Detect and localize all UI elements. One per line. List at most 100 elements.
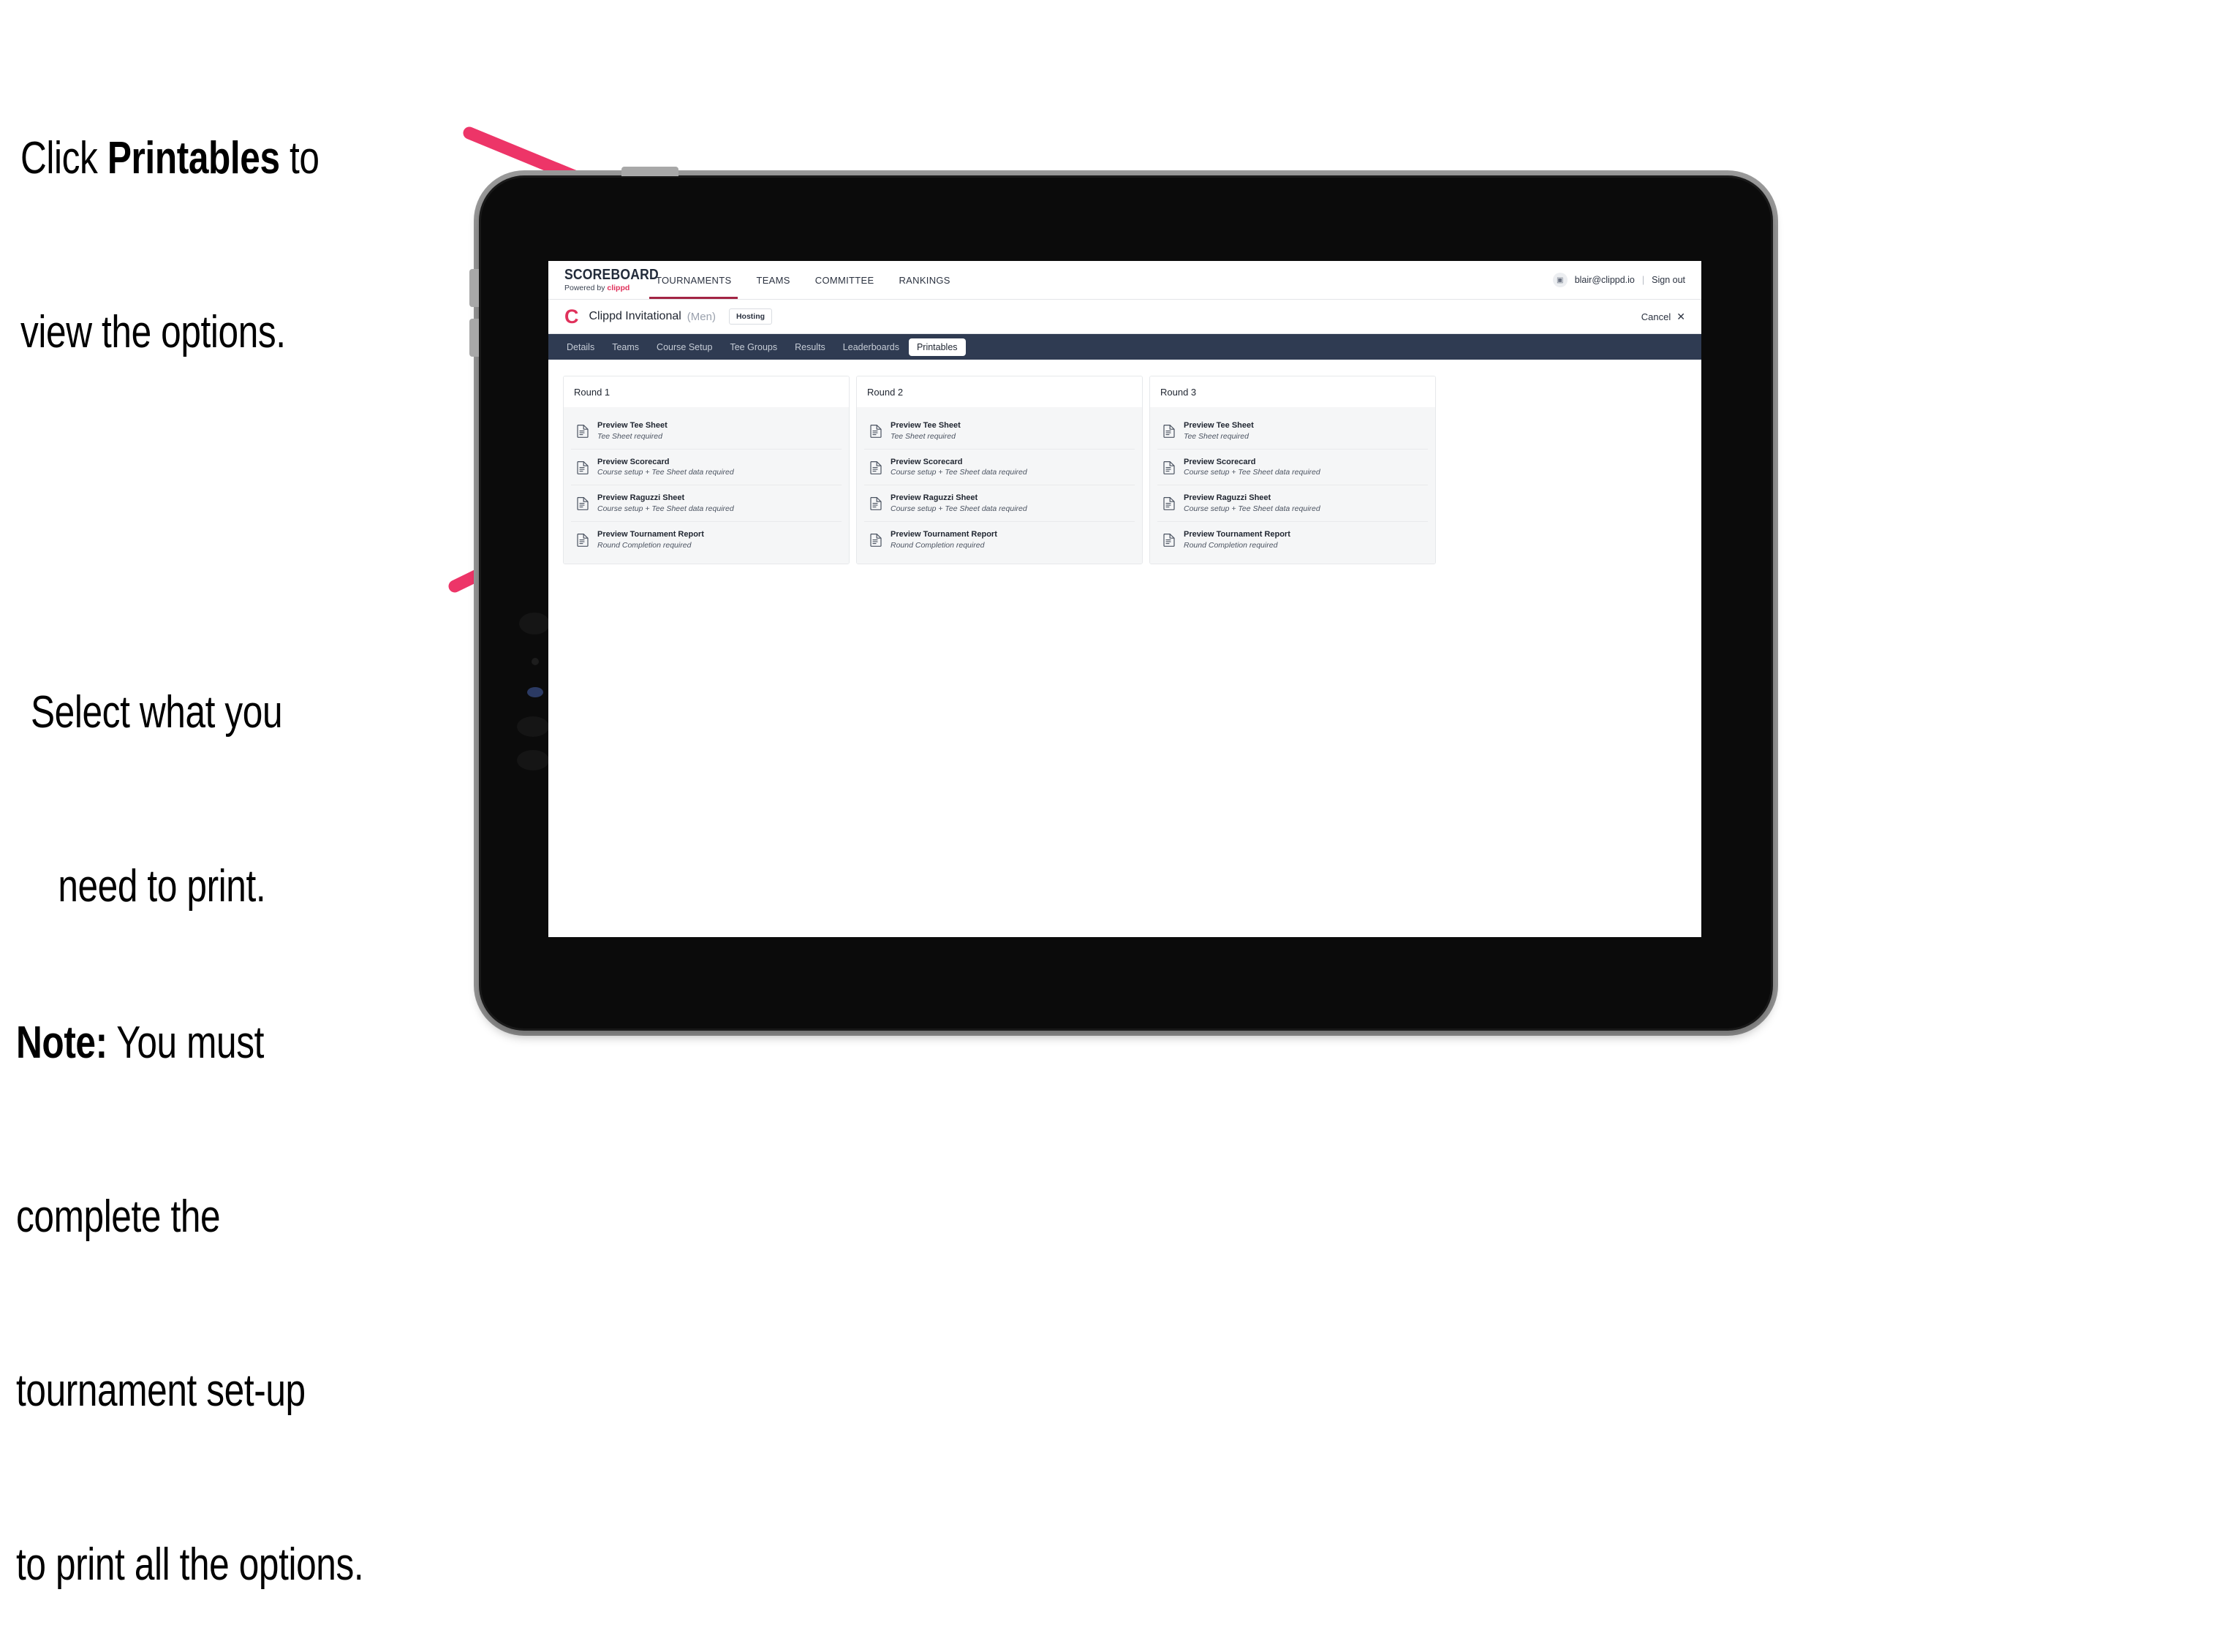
nav-item-tournaments[interactable]: TOURNAMENTS [643,261,744,299]
printable-text: Preview Tee Sheet Tee Sheet required [891,421,961,441]
printable-subtitle: Course setup + Tee Sheet data required [597,468,734,477]
printable-item-tee-sheet[interactable]: Preview Tee Sheet Tee Sheet required [864,413,1135,450]
annotation-line: view the options. [20,306,286,357]
annotation-click-printables: Click Printables to view the options. [20,13,320,420]
document-icon [870,424,882,438]
printable-title: Preview Raguzzi Sheet [597,493,685,503]
round-title: Round 1 [564,376,849,407]
main-nav-items: TOURNAMENTS TEAMS COMMITTEE RANKINGS [643,261,963,299]
tournament-sub-navigation: Details Teams Course Setup Tee Groups Re… [548,334,1701,360]
power-button[interactable] [621,167,678,176]
annotation-line: Select what you [31,686,283,738]
document-icon [577,424,589,438]
printable-subtitle: Course setup + Tee Sheet data required [1184,504,1320,514]
document-icon [870,533,882,547]
account-area: ▣ blair@clippd.io | Sign out [1552,261,1701,299]
printable-subtitle: Round Completion required [597,540,692,550]
annotation-note-label: Note: [16,1017,107,1068]
annotation-line: to print all the options. [16,1539,364,1590]
printable-title: Preview Tournament Report [1184,530,1290,539]
speaker-hole-icon [517,716,549,737]
nav-item-teams[interactable]: TEAMS [744,261,802,299]
app-top-navigation: SCOREBOARD Powered by clippd TOURNAMENTS… [548,261,1701,300]
printable-subtitle: Course setup + Tee Sheet data required [891,468,1027,477]
avatar[interactable]: ▣ [1552,273,1568,287]
printable-item-scorecard[interactable]: Preview Scorecard Course setup + Tee She… [864,449,1135,486]
printable-subtitle: Course setup + Tee Sheet data required [891,504,1027,514]
document-icon [577,497,589,511]
indicator-light-icon [527,687,543,697]
printable-subtitle: Course setup + Tee Sheet data required [597,504,734,514]
tournament-title-bar: C Clippd Invitational (Men) Hosting Canc… [548,300,1701,334]
round-title: Round 2 [857,376,1142,407]
printable-title: Preview Scorecard [597,457,670,466]
printable-item-raguzzi-sheet[interactable]: Preview Raguzzi Sheet Course setup + Tee… [864,485,1135,523]
tab-results[interactable]: Results [787,338,833,356]
printable-item-tournament-report[interactable]: Preview Tournament Report Round Completi… [571,522,842,558]
sign-out-link[interactable]: Sign out [1652,275,1685,285]
printable-text: Preview Tournament Report Round Completi… [1184,530,1290,550]
printables-panel: Round 1 Preview Tee Sheet Tee Sheet requ… [548,360,1701,580]
tab-details[interactable]: Details [559,338,602,356]
cancel-button[interactable]: Cancel ✕ [1641,311,1685,323]
nav-item-rankings[interactable]: RANKINGS [886,261,962,299]
annotation-text: You must [107,1017,264,1068]
round-items: Preview Tee Sheet Tee Sheet required Pre… [564,407,849,564]
printable-item-tee-sheet[interactable]: Preview Tee Sheet Tee Sheet required [571,413,842,450]
printable-title: Preview Tournament Report [891,530,997,539]
status-badge: Hosting [728,308,773,325]
tab-tee-groups[interactable]: Tee Groups [722,338,785,356]
printable-text: Preview Tournament Report Round Completi… [597,530,704,550]
annotation-note: Note: You must complete the tournament s… [16,898,364,1652]
printable-text: Preview Raguzzi Sheet Course setup + Tee… [597,493,734,513]
printable-title: Preview Tee Sheet [1184,421,1254,430]
printable-title: Preview Tee Sheet [891,421,961,430]
account-email: blair@clippd.io [1574,275,1635,285]
nav-item-committee[interactable]: COMMITTEE [803,261,887,299]
document-icon [870,497,882,511]
printable-item-tee-sheet[interactable]: Preview Tee Sheet Tee Sheet required [1157,413,1428,450]
printable-text: Preview Scorecard Course setup + Tee She… [597,458,734,477]
scoreboard-logo[interactable]: SCOREBOARD Powered by clippd [548,261,659,299]
volume-down-button[interactable] [469,319,479,357]
document-icon [577,533,589,547]
round-title: Round 3 [1150,376,1435,407]
tablet-screen: SCOREBOARD Powered by clippd TOURNAMENTS… [548,261,1701,937]
printable-item-scorecard[interactable]: Preview Scorecard Course setup + Tee She… [1157,449,1428,486]
annotation-line: tournament set-up [16,1365,306,1416]
printable-title: Preview Tee Sheet [597,421,668,430]
printable-item-tournament-report[interactable]: Preview Tournament Report Round Completi… [1157,522,1428,558]
document-icon [1163,461,1175,474]
annotation-text: Click [20,132,107,183]
printable-item-raguzzi-sheet[interactable]: Preview Raguzzi Sheet Course setup + Tee… [1157,485,1428,523]
cancel-label: Cancel [1641,311,1671,322]
printable-text: Preview Tee Sheet Tee Sheet required [597,421,668,441]
printable-item-scorecard[interactable]: Preview Scorecard Course setup + Tee She… [571,449,842,486]
printable-title: Preview Scorecard [1184,457,1256,466]
printable-item-raguzzi-sheet[interactable]: Preview Raguzzi Sheet Course setup + Tee… [571,485,842,523]
printable-subtitle: Tee Sheet required [891,431,956,441]
tab-printables[interactable]: Printables [908,338,966,356]
round-items: Preview Tee Sheet Tee Sheet required Pre… [1150,407,1435,564]
tab-course-setup[interactable]: Course Setup [649,338,720,356]
printable-item-tournament-report[interactable]: Preview Tournament Report Round Completi… [864,522,1135,558]
printable-text: Preview Scorecard Course setup + Tee She… [1184,458,1320,477]
tab-leaderboards[interactable]: Leaderboards [835,338,907,356]
printable-subtitle: Course setup + Tee Sheet data required [1184,468,1320,477]
printable-text: Preview Raguzzi Sheet Course setup + Tee… [891,493,1027,513]
document-icon [870,461,882,474]
volume-up-button[interactable] [469,269,479,307]
tab-teams[interactable]: Teams [604,338,647,356]
annotation-emphasis: Printables [107,132,280,183]
camera-lens-icon [519,613,550,634]
round-card: Round 1 Preview Tee Sheet Tee Sheet requ… [563,376,850,564]
close-icon: ✕ [1676,310,1685,322]
separator: | [1641,275,1645,285]
clippd-logo-icon: C [564,305,579,327]
printable-subtitle: Tee Sheet required [1184,431,1249,441]
document-icon [1163,497,1175,511]
annotation-line: Click Printables to [20,129,320,187]
tablet-device: SCOREBOARD Powered by clippd TOURNAMENTS… [469,167,1773,1031]
printable-title: Preview Scorecard [891,457,963,466]
printable-text: Preview Raguzzi Sheet Course setup + Tee… [1184,493,1320,513]
